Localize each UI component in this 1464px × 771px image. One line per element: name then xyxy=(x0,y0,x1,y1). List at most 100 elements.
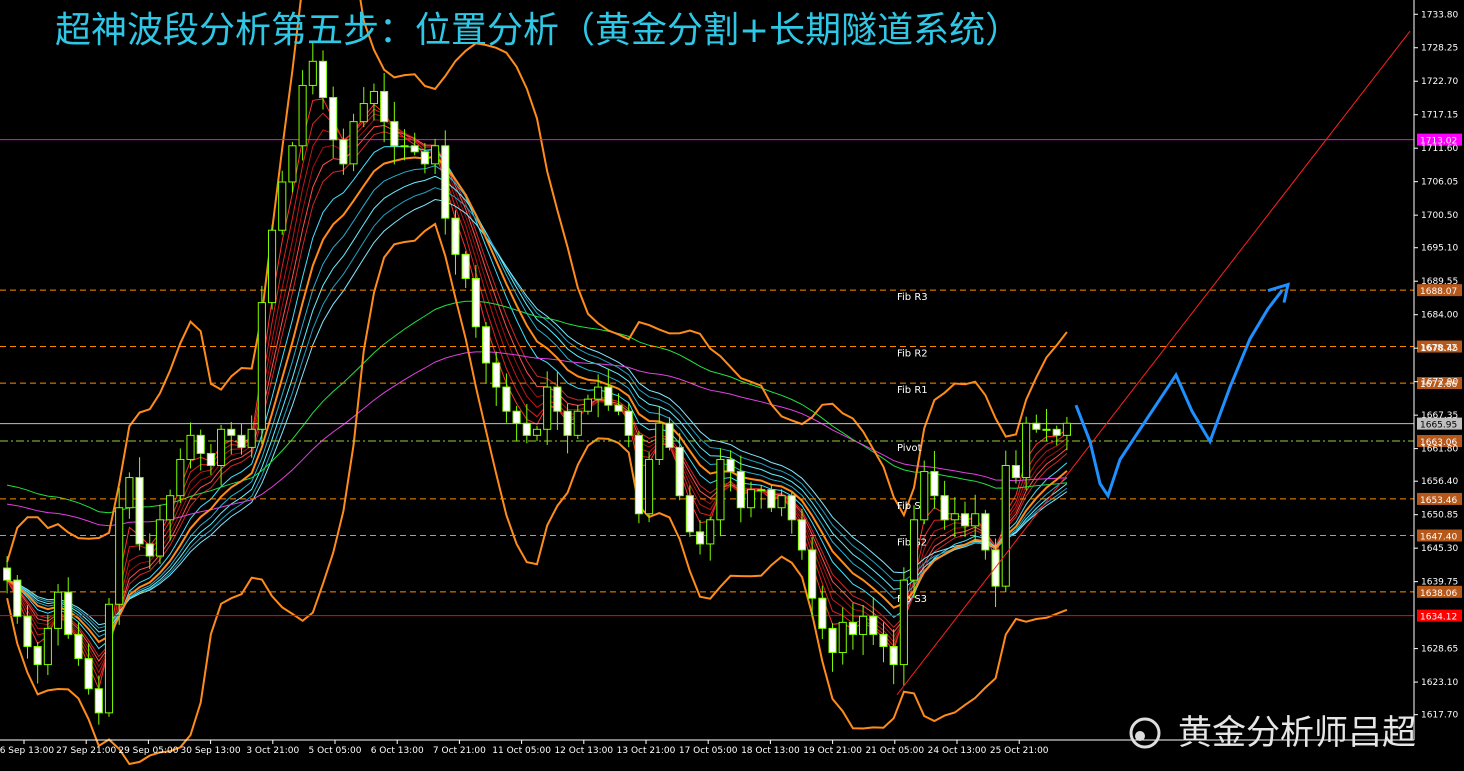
candle-body xyxy=(451,217,460,255)
candle-body xyxy=(186,434,195,460)
y-tick-label: 1678.45 xyxy=(1421,344,1458,354)
candle-body xyxy=(461,253,470,279)
candle-body xyxy=(981,513,990,551)
x-tick-label: 26 Sep 13:00 xyxy=(0,746,54,756)
y-tick-label: 1617.70 xyxy=(1421,711,1458,721)
candle-body xyxy=(757,489,766,492)
candle-body xyxy=(828,627,837,654)
candle-body xyxy=(767,489,776,509)
y-tick-label: 1645.30 xyxy=(1421,544,1458,554)
x-tick-label: 17 Oct 05:00 xyxy=(679,746,738,756)
candle-body xyxy=(685,495,694,533)
price-tag-label: 1634.12 xyxy=(1420,613,1457,623)
candle-body xyxy=(634,434,643,515)
price-tag-label: 1688.07 xyxy=(1420,287,1457,297)
watermark-text: 黄金分析师吕超 xyxy=(1178,713,1416,753)
price-level-name: Fib R2 xyxy=(897,349,928,360)
candle-body xyxy=(3,567,12,581)
candle-body xyxy=(920,471,929,521)
price-level-name: Pivot xyxy=(897,443,922,454)
y-tick-label: 1728.25 xyxy=(1421,44,1458,54)
x-tick-label: 11 Oct 05:00 xyxy=(492,746,551,756)
candle-body xyxy=(247,428,256,448)
candle-body xyxy=(492,362,501,388)
y-tick-label: 1689.55 xyxy=(1421,277,1458,287)
candle-body xyxy=(329,97,338,141)
candle-body xyxy=(33,645,42,666)
candle-body xyxy=(583,398,593,412)
x-tick-label: 13 Oct 21:00 xyxy=(617,746,676,756)
candle-body xyxy=(960,513,970,527)
candle-body xyxy=(400,145,409,148)
candle-body xyxy=(1032,422,1041,430)
x-tick-label: 6 Oct 13:00 xyxy=(371,746,424,756)
candle-body xyxy=(532,428,542,436)
candle-body xyxy=(359,103,368,123)
candle-body xyxy=(787,495,796,521)
candle-body xyxy=(288,145,297,183)
candle-body xyxy=(665,422,674,448)
candle-body xyxy=(390,121,399,147)
candle-body xyxy=(726,458,735,473)
candle-body xyxy=(553,386,562,412)
candle-body xyxy=(420,151,429,165)
x-tick-label: 29 Sep 05:00 xyxy=(118,746,178,756)
candle-body xyxy=(909,519,919,581)
candle-body xyxy=(1011,465,1021,479)
candle-body xyxy=(594,386,603,400)
candle-body xyxy=(614,404,623,412)
y-tick-label: 1722.70 xyxy=(1421,77,1458,87)
y-tick-label: 1667.35 xyxy=(1421,411,1458,421)
y-tick-label: 1733.80 xyxy=(1421,10,1458,20)
candle-body xyxy=(84,658,93,690)
x-tick-label: 30 Sep 13:00 xyxy=(181,746,241,756)
candle-body xyxy=(563,410,572,436)
x-tick-label: 25 Oct 21:00 xyxy=(990,746,1049,756)
price-level-name: Fib R1 xyxy=(897,385,928,396)
candle-body xyxy=(278,181,287,231)
candle-body xyxy=(736,471,745,509)
price-tag-label: 1647.40 xyxy=(1420,532,1457,542)
y-tick-label: 1711.60 xyxy=(1421,144,1458,154)
y-tick-label: 1672.90 xyxy=(1421,378,1458,388)
candle-body xyxy=(848,621,857,635)
candle-body xyxy=(746,489,756,509)
candle-body xyxy=(145,543,154,557)
candle-body xyxy=(481,326,491,364)
candle-body xyxy=(217,428,226,467)
candle-body xyxy=(441,145,450,219)
candle-body xyxy=(818,597,827,629)
price-tag-label: 1653.46 xyxy=(1420,496,1457,506)
candle-body xyxy=(339,139,348,165)
candle-body xyxy=(349,121,358,165)
candle-body xyxy=(380,90,389,123)
candle-body xyxy=(196,434,205,454)
y-tick-label: 1639.75 xyxy=(1421,578,1458,588)
candle-body xyxy=(543,386,552,430)
candle-body xyxy=(1001,465,1010,587)
candle-body xyxy=(624,410,633,436)
candle-body xyxy=(369,90,379,105)
candle-body xyxy=(267,229,277,304)
weibo-icon-dot xyxy=(1135,731,1145,741)
candle-body xyxy=(645,458,654,515)
candle-body xyxy=(227,428,236,436)
candle-body xyxy=(431,145,440,165)
candle-body xyxy=(176,458,185,497)
candle-body xyxy=(125,477,134,509)
candle-body xyxy=(166,495,175,521)
candle-body xyxy=(991,549,1000,587)
y-tick-label: 1700.50 xyxy=(1421,211,1458,221)
candle-body xyxy=(135,477,144,545)
candle-body xyxy=(410,145,419,153)
y-tick-label: 1623.10 xyxy=(1421,678,1458,688)
candle-body xyxy=(318,60,328,99)
candle-body xyxy=(64,591,73,635)
candle-body xyxy=(655,422,664,460)
candle-body xyxy=(471,277,480,328)
candle-body xyxy=(115,507,124,605)
candle-body xyxy=(155,519,165,557)
price-tag-label: 1638.06 xyxy=(1420,589,1457,599)
y-tick-label: 1684.00 xyxy=(1421,311,1458,321)
candle-body xyxy=(808,549,817,599)
